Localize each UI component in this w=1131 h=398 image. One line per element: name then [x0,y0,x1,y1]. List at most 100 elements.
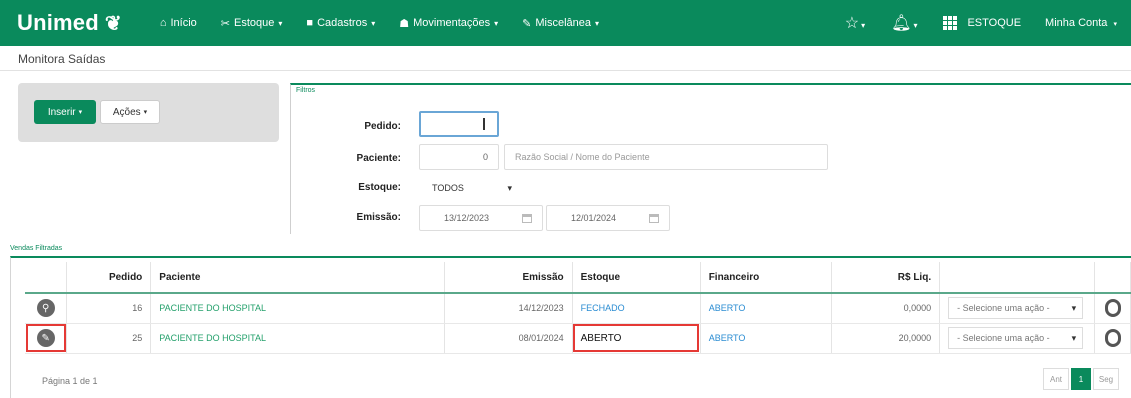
cell-estoque[interactable]: FECHADO [572,293,701,324]
cell-acao: - Selecione uma ação - ▾ [939,323,1096,354]
table-row: ⚲ 16 PACIENTE DO HOSPITAL 14/12/2023 FEC… [25,293,1131,324]
cell-emissao: 08/01/2024 [444,323,573,354]
account-menu[interactable]: Minha Conta ▾ [1045,17,1117,29]
paciente-label: Paciente: [356,153,401,164]
insert-button-label: Inserir [47,106,76,118]
chevron-down-icon: ▾ [861,21,866,30]
bell-icon: 🔔︎ [891,15,912,32]
paciente-code-input[interactable]: 0 [419,144,499,170]
results-legend: Vendas Filtradas [10,245,63,252]
apps-grid-icon[interactable] [943,16,958,30]
nav-item-label: Início [170,17,197,29]
emissao-label: Emissão: [356,212,401,223]
chevron-down-icon: ▾ [78,109,83,116]
column-header-icon [25,262,68,294]
cell-pedido: 25 [66,323,152,354]
pedido-label: Pedido: [364,121,401,132]
pedido-input[interactable] [419,111,499,137]
notifications-button[interactable]: 🔔︎ ▾ [891,13,917,33]
nav-item-label: Estoque [234,17,275,29]
column-header-paciente[interactable]: Paciente [150,262,445,294]
page-title: Monitora Saídas [18,52,106,66]
pagination: Ant 1 Seg [1043,368,1119,390]
chevron-down-icon: ▾ [913,21,918,30]
nav-item-inicio[interactable]: ⌂ Início [160,17,197,29]
paciente-name-placeholder: Razão Social / Nome do Paciente [515,152,650,162]
table-header-row: Pedido Paciente Emissão Estoque Financei… [25,262,1131,294]
column-header-acao [939,262,1096,294]
circle-icon[interactable] [1104,329,1121,347]
cell-extra [1094,323,1131,354]
chevron-down-icon: ▾ [507,183,512,193]
unimed-logo-icon: ❦ [104,12,122,35]
cell-paciente[interactable]: PACIENTE DO HOSPITAL [150,293,445,324]
nav-item-cadastros[interactable]: ■ Cadastros ▾ [306,17,375,29]
nav-item-miscelanea[interactable]: ✎ Miscelânea ▾ [522,17,599,30]
home-icon: ⌂ [159,17,167,29]
emissao-to-value: 12/01/2024 [571,213,617,223]
actions-button-label: Ações [112,106,141,118]
emissao-from-value: 13/12/2023 [444,213,490,223]
nav-item-movimentacoes[interactable]: ☗ Movimentações ▾ [399,17,498,30]
cell-estoque[interactable]: ABERTO [572,323,701,354]
nav-item-label: Movimentações [413,17,491,29]
sales-table: Pedido Paciente Emissão Estoque Financei… [25,262,1131,354]
cell-acao: - Selecione uma ação - ▾ [939,293,1096,324]
search-icon[interactable]: ⚲ [36,299,55,318]
action-panel: Inserir ▾ Ações ▾ [18,83,279,142]
row-action-cell: ✎ [25,323,68,354]
edit-icon[interactable]: ✎ [36,329,55,347]
chevron-down-icon: ▾ [1113,21,1117,28]
cards-icon: ■ [306,17,314,29]
circle-icon[interactable] [1104,299,1121,318]
calendar-icon[interactable] [649,214,659,223]
row-action-select[interactable]: - Selecione uma ação - ▾ [948,327,1084,349]
nav-item-estoque[interactable]: ✂ Estoque ▾ [221,17,283,30]
chevron-down-icon: ▾ [371,18,376,28]
row-action-select-value: - Selecione uma ação - [957,333,1050,343]
row-action-cell: ⚲ [25,293,68,324]
estoque-label: Estoque: [358,182,401,193]
pagination-prev[interactable]: Ant [1043,368,1069,390]
filters-legend: Filtros [296,87,316,94]
calendar-icon[interactable] [522,214,532,223]
row-action-select[interactable]: - Selecione uma ação - ▾ [948,297,1084,320]
nav-item-label: Miscelânea [535,17,592,29]
column-header-financeiro[interactable]: Financeiro [700,262,832,294]
favorites-button[interactable]: ☆ ▾ [845,13,865,33]
cell-extra [1094,293,1131,324]
actions-button[interactable]: Ações ▾ [100,100,160,124]
pagination-current[interactable]: 1 [1071,368,1091,390]
cell-rs-liq: 20,0000 [831,323,941,354]
column-header-rs-liq[interactable]: R$ Liq. [831,262,941,294]
column-header-estoque[interactable]: Estoque [572,262,701,294]
chevron-down-icon: ▾ [494,18,499,28]
results-panel: Vendas Filtradas Pedido Paciente Emissão… [10,245,1131,398]
insert-button[interactable]: Inserir ▾ [34,100,96,124]
row-action-select-value: - Selecione uma ação - [957,303,1050,314]
navbar-right: ☆ ▾ 🔔︎ ▾ ESTOQUE Minha Conta ▾ [845,0,1131,46]
cell-paciente[interactable]: PACIENTE DO HOSPITAL [150,323,445,354]
star-icon: ☆ [844,15,860,32]
chevron-down-icon: ▾ [595,18,600,28]
cell-pedido: 16 [66,293,152,324]
column-header-emissao[interactable]: Emissão [444,262,573,294]
cell-financeiro[interactable]: ABERTO [700,293,832,324]
chevron-down-icon: ▾ [1071,303,1077,314]
emissao-to-input[interactable]: 12/01/2024 [546,205,670,231]
paciente-name-input[interactable]: Razão Social / Nome do Paciente [504,144,828,170]
pagination-next[interactable]: Seg [1093,368,1119,390]
cell-emissao: 14/12/2023 [444,293,573,324]
module-label[interactable]: ESTOQUE [967,17,1021,29]
divider [0,70,1131,71]
brand-logo[interactable]: Unimed ❦ [17,10,122,36]
estoque-select[interactable]: TODOS ▾ [419,175,521,201]
column-header-pedido[interactable]: Pedido [66,262,152,294]
table-row: ✎ 25 PACIENTE DO HOSPITAL 08/01/2024 ABE… [25,323,1131,354]
cell-financeiro[interactable]: ABERTO [700,323,832,354]
chevron-down-icon: ▾ [1071,333,1077,343]
boxes-icon: ✂ [220,17,231,30]
emissao-from-input[interactable]: 13/12/2023 [419,205,543,231]
pagination-text: Página 1 de 1 [42,376,98,386]
wrench-icon: ✎ [522,17,532,30]
